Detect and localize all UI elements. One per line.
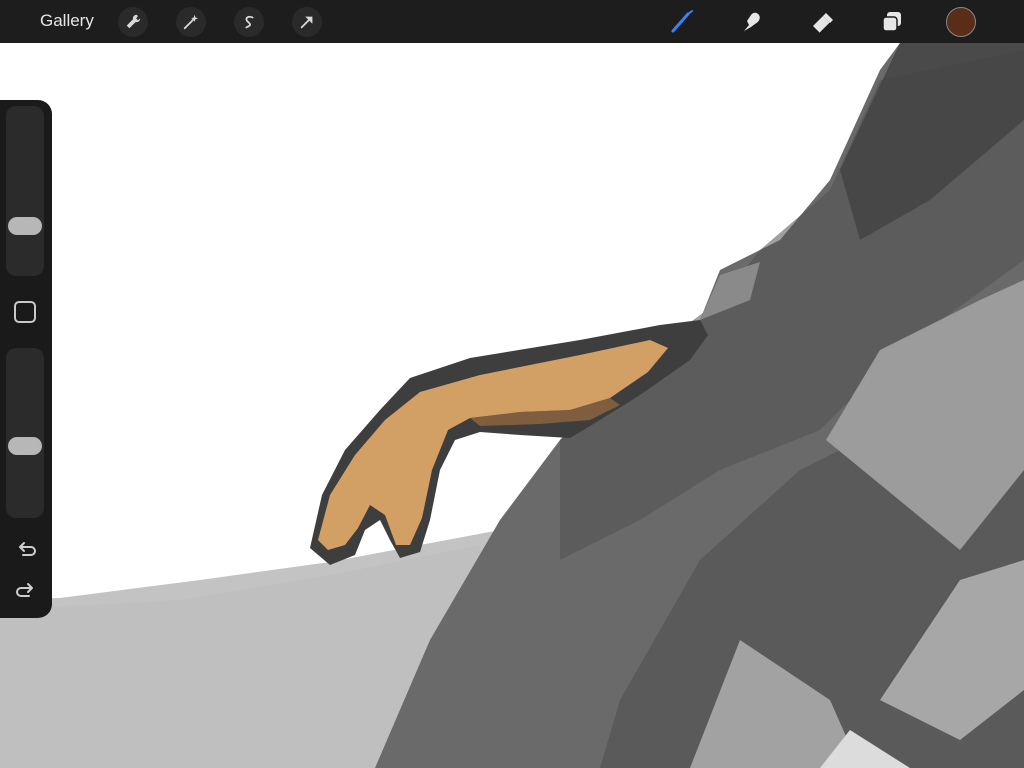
square-outline-icon[interactable] xyxy=(14,301,36,323)
magic-wand-icon[interactable] xyxy=(176,7,206,37)
left-sidebar xyxy=(0,100,52,618)
brush-size-thumb[interactable] xyxy=(8,216,42,235)
opacity-thumb[interactable] xyxy=(8,436,42,455)
paintbrush-icon[interactable] xyxy=(666,6,698,38)
brush-size-slider[interactable] xyxy=(6,106,44,276)
drawing-canvas[interactable] xyxy=(0,43,1024,768)
layers-icon[interactable] xyxy=(876,6,908,38)
selection-s-icon[interactable] xyxy=(234,7,264,37)
redo-arrow-icon[interactable] xyxy=(13,581,39,603)
opacity-slider[interactable] xyxy=(6,348,44,518)
wrench-icon[interactable] xyxy=(118,7,148,37)
undo-arrow-icon[interactable] xyxy=(13,540,39,562)
finger-smudge-icon[interactable] xyxy=(736,6,768,38)
gallery-button[interactable]: Gallery xyxy=(40,11,94,31)
color-swatch[interactable] xyxy=(946,7,976,37)
eraser-icon[interactable] xyxy=(806,6,838,38)
top-toolbar: Gallery xyxy=(0,0,1024,43)
arrow-cursor-icon[interactable] xyxy=(292,7,322,37)
